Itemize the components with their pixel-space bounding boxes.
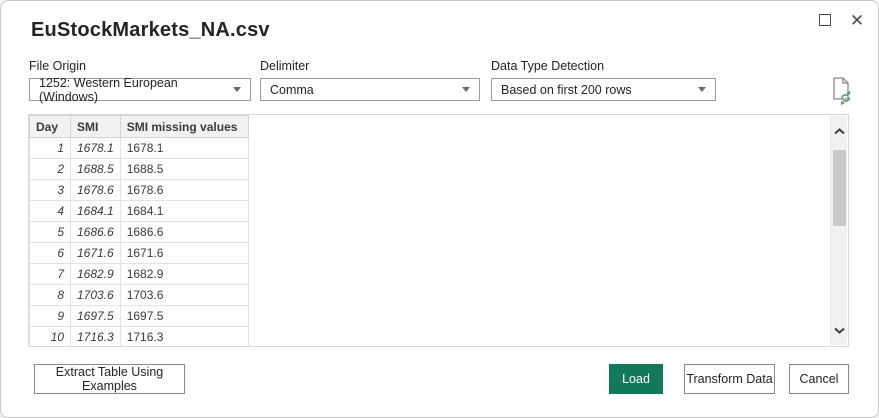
table-cell: 5	[30, 222, 71, 243]
table-cell: 1697.5	[71, 306, 121, 327]
data-type-detection-value: Based on first 200 rows	[501, 83, 632, 97]
refresh-preview-button[interactable]	[829, 75, 855, 105]
window-controls: ✕	[814, 9, 868, 31]
table-cell: 8	[30, 285, 71, 306]
chevron-down-icon	[462, 87, 470, 92]
table-row: 31678.61678.6	[30, 180, 249, 201]
table-row: 81703.61703.6	[30, 285, 249, 306]
table-cell: 1716.3	[71, 327, 121, 348]
table-row: 41684.11684.1	[30, 201, 249, 222]
cancel-button[interactable]: Cancel	[789, 364, 849, 394]
table-cell: 10	[30, 327, 71, 348]
chevron-down-icon	[698, 87, 706, 92]
table-cell: 1688.5	[71, 159, 121, 180]
table-cell: 1688.5	[120, 159, 248, 180]
close-button[interactable]: ✕	[846, 9, 868, 31]
scrollbar-thumb[interactable]	[833, 150, 846, 226]
csv-import-dialog: EuStockMarkets_NA.csv ✕ File Origin 1252…	[0, 0, 879, 418]
data-type-detection-label: Data Type Detection	[491, 59, 716, 73]
extract-table-using-examples-button[interactable]: Extract Table Using Examples	[34, 364, 185, 394]
data-preview-table: DaySMISMI missing values 11678.11678.121…	[29, 115, 249, 347]
transform-data-button[interactable]: Transform Data	[684, 364, 775, 394]
table-cell: 1671.6	[120, 243, 248, 264]
file-origin-select[interactable]: 1252: Western European (Windows)	[29, 78, 251, 101]
vertical-scrollbar[interactable]	[830, 116, 847, 345]
table-cell: 1703.6	[71, 285, 121, 306]
table-cell: 1	[30, 138, 71, 159]
table-cell: 1686.6	[120, 222, 248, 243]
table-row: 71682.91682.9	[30, 264, 249, 285]
chevron-down-icon	[834, 327, 845, 334]
table-row: 61671.61671.6	[30, 243, 249, 264]
table-row: 101716.31716.3	[30, 327, 249, 348]
table-cell: 1684.1	[120, 201, 248, 222]
maximize-button[interactable]	[814, 9, 836, 31]
data-type-detection-field: Data Type Detection Based on first 200 r…	[491, 59, 716, 101]
table-cell: 3	[30, 180, 71, 201]
file-origin-field: File Origin 1252: Western European (Wind…	[29, 59, 251, 101]
table-cell: 1686.6	[71, 222, 121, 243]
delimiter-select[interactable]: Comma	[260, 78, 480, 101]
table-cell: 1678.1	[71, 138, 121, 159]
table-cell: 4	[30, 201, 71, 222]
table-cell: 1697.5	[120, 306, 248, 327]
scroll-up-button[interactable]	[831, 122, 848, 140]
file-origin-value: 1252: Western European (Windows)	[39, 76, 225, 104]
file-origin-label: File Origin	[29, 59, 251, 73]
preview-pane: DaySMISMI missing values 11678.11678.121…	[28, 114, 849, 347]
table-cell: 7	[30, 264, 71, 285]
table-cell: 1678.6	[120, 180, 248, 201]
chevron-up-icon	[834, 128, 845, 135]
table-body: 11678.11678.121688.51688.531678.61678.64…	[30, 138, 249, 348]
data-type-detection-select[interactable]: Based on first 200 rows	[491, 78, 716, 101]
table-row: 11678.11678.1	[30, 138, 249, 159]
delimiter-field: Delimiter Comma	[260, 59, 480, 101]
chevron-down-icon	[233, 87, 241, 92]
table-cell: 1678.1	[120, 138, 248, 159]
delimiter-value: Comma	[270, 83, 314, 97]
table-cell: 1671.6	[71, 243, 121, 264]
column-header: SMI missing values	[120, 116, 248, 138]
table-cell: 1678.6	[71, 180, 121, 201]
maximize-icon	[819, 14, 831, 26]
dialog-title: EuStockMarkets_NA.csv	[31, 19, 270, 42]
column-header: SMI	[71, 116, 121, 138]
table-cell: 6	[30, 243, 71, 264]
scroll-down-button[interactable]	[831, 321, 848, 339]
table-cell: 1684.1	[71, 201, 121, 222]
close-icon: ✕	[850, 12, 864, 29]
table-row: 91697.51697.5	[30, 306, 249, 327]
column-header: Day	[30, 116, 71, 138]
table-cell: 1682.9	[71, 264, 121, 285]
delimiter-label: Delimiter	[260, 59, 480, 73]
table-row: 51686.61686.6	[30, 222, 249, 243]
table-cell: 2	[30, 159, 71, 180]
table-cell: 1716.3	[120, 327, 248, 348]
table-cell: 1703.6	[120, 285, 248, 306]
table-cell: 1682.9	[120, 264, 248, 285]
refresh-file-icon	[829, 75, 855, 105]
table-header-row: DaySMISMI missing values	[30, 116, 249, 138]
load-button[interactable]: Load	[609, 364, 663, 394]
table-cell: 9	[30, 306, 71, 327]
table-row: 21688.51688.5	[30, 159, 249, 180]
